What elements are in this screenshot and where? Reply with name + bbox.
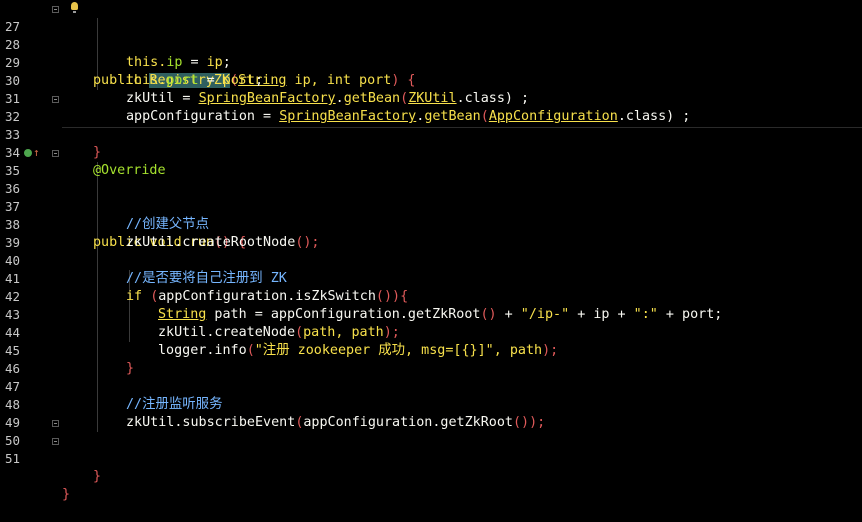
code-line-32[interactable]: 32 }	[0, 90, 862, 160]
code-line-40[interactable]: 40 //是否要将自己注册到 ZK	[0, 234, 862, 286]
code-line-49[interactable]: 49	[0, 396, 862, 430]
code-line-36[interactable]: 36	[0, 162, 862, 196]
fold-marker-icon[interactable]	[52, 6, 59, 13]
code-line-38[interactable]: 38 zkUtil.createRootNode();	[0, 198, 862, 250]
brace: }	[62, 487, 71, 502]
code-line-31[interactable]: 31 appConfiguration = SpringBeanFactory.…	[0, 72, 862, 124]
code-line-43[interactable]: 43 zkUtil.createNode(path, path);	[0, 288, 862, 340]
code-line-34[interactable]: 34 @Override	[0, 126, 862, 178]
code-line-42[interactable]: 42 String path = appConfiguration.getZkR…	[0, 270, 862, 322]
code-line-33[interactable]: 33	[0, 108, 862, 142]
bulb-icon[interactable]	[71, 2, 78, 13]
code-line-44[interactable]: 44 logger.info("注册 zookeeper 成功, msg=[{}…	[0, 306, 862, 358]
code-line-37[interactable]: 37 //创建父节点	[0, 180, 862, 232]
code-text[interactable]: }	[93, 468, 101, 486]
code-line-39[interactable]: 39	[0, 216, 862, 250]
code-line-51[interactable]: 51 }	[0, 432, 862, 502]
code-line-28[interactable]: 28 this.ip = ip;	[0, 18, 862, 70]
up-arrow-icon: ↑	[33, 146, 40, 159]
code-line-50[interactable]: 50 }	[0, 414, 862, 484]
code-line-48[interactable]: 48 zkUtil.subscribeEvent(appConfiguratio…	[0, 378, 862, 430]
fold-marker-icon[interactable]	[52, 420, 59, 427]
code-text[interactable]: }	[62, 486, 70, 504]
code-line-35[interactable]: 35 ↑ public void run() {	[0, 144, 862, 250]
fold-marker-icon[interactable]	[52, 150, 59, 157]
line-number: 51	[5, 451, 21, 466]
code-line-45[interactable]: 45 }	[0, 324, 862, 376]
code-line-30[interactable]: 30 zkUtil = SpringBeanFactory.getBean(ZK…	[0, 54, 862, 106]
fold-marker-icon[interactable]	[52, 438, 59, 445]
code-line-41[interactable]: 41 if (appConfiguration.isZkSwitch()){	[0, 252, 862, 304]
override-gutter-icon[interactable]	[24, 149, 32, 157]
code-line-46[interactable]: 46	[0, 342, 862, 376]
code-editor[interactable]: 27 public RegistryZK(String ip, int port…	[0, 0, 862, 502]
fold-marker-icon[interactable]	[52, 96, 59, 103]
code-line-27[interactable]: 27 public RegistryZK(String ip, int port…	[0, 0, 862, 88]
brace: }	[93, 469, 102, 484]
code-line-47[interactable]: 47 //注册监听服务	[0, 360, 862, 412]
code-line-29[interactable]: 29 this.port = port;	[0, 36, 862, 88]
